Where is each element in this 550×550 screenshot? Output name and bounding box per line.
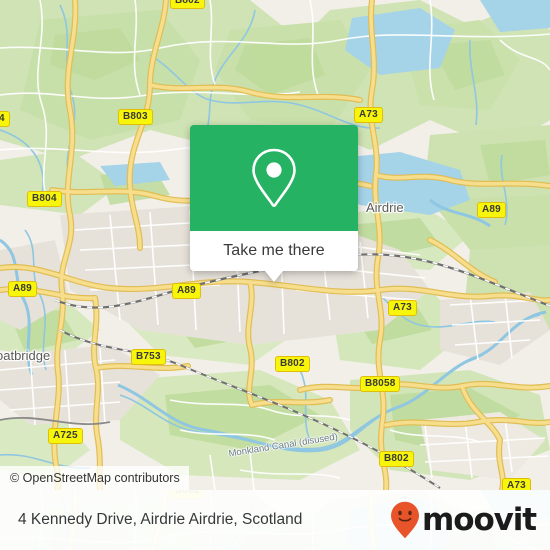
shield-b802-low: B802 <box>379 451 414 467</box>
take-me-there-label: Take me there <box>223 242 325 259</box>
moovit-wordmark: moovit <box>422 501 537 538</box>
card-action-area[interactable]: Take me there <box>190 231 358 271</box>
shield-b803: B803 <box>118 109 153 125</box>
shield-b802-top: B802 <box>170 0 205 9</box>
shield-a89-right: A89 <box>477 202 506 218</box>
shield-a73-top: A73 <box>354 107 383 123</box>
shield-a89-mid: A89 <box>172 283 201 299</box>
card-pointer-tail <box>265 271 283 282</box>
shield-b8058: B8058 <box>360 376 401 392</box>
address-text: 4 Kennedy Drive, Airdrie Airdrie, Scotla… <box>18 511 303 528</box>
place-label-Coatbridge: oatbridge <box>0 348 51 363</box>
take-me-there-card[interactable]: Take me there <box>190 125 358 282</box>
shield-b802-mid: B802 <box>275 356 310 372</box>
shield-b753: B753 <box>131 349 166 365</box>
place-label-Airdrie: Airdrie <box>366 200 404 215</box>
shield-a74-left: 4 <box>0 111 10 127</box>
map-screenshot: B802 4 B803 A73 B804 A89 A89 A89 A73 B753 B802 B805… <box>0 0 550 550</box>
shield-a73-mid: A73 <box>388 300 417 316</box>
shield-a725: A725 <box>48 428 83 444</box>
shield-b804: B804 <box>27 191 62 207</box>
osm-attribution[interactable]: © OpenStreetMap contributors <box>0 466 189 490</box>
footer-bar: B8024B803A73B804A89A89A89A73B753B802B805… <box>0 490 550 550</box>
location-pin-icon <box>252 148 296 208</box>
shield-a89-left: A89 <box>8 281 37 297</box>
moovit-smiley-pin-icon <box>391 501 420 538</box>
shield-a73-low: A73 <box>502 478 531 490</box>
card-image-area <box>190 125 358 231</box>
moovit-logo[interactable]: moovit <box>390 501 537 539</box>
